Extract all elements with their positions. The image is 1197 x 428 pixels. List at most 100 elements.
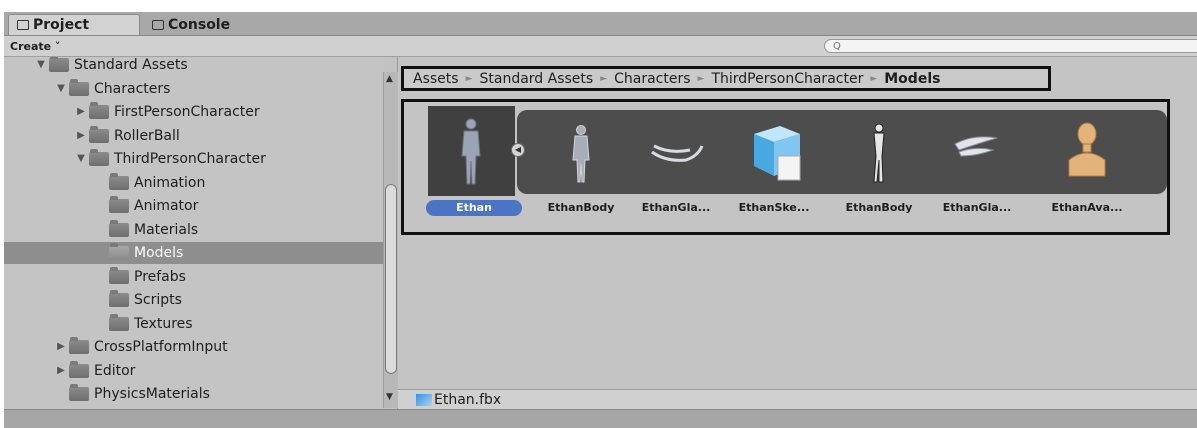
- prefab-cube-icon[interactable]: [744, 116, 804, 190]
- avatar-bust-icon[interactable]: [1057, 116, 1117, 190]
- tree-item-animation[interactable]: Animation: [4, 172, 384, 194]
- folder-icon: [109, 172, 129, 190]
- folder-tree: ▼ Standard Assets ▼ Characters ▶ FirstPersonC…: [4, 57, 384, 409]
- tree-scrollbar[interactable]: ▲ ▼: [383, 72, 398, 408]
- selected-file-name: Ethan.fbx: [434, 392, 502, 408]
- folder-icon: [89, 125, 109, 143]
- tree-item-label: RollerBall: [114, 127, 180, 144]
- bottom-bar: [4, 409, 1197, 428]
- folder-icon: [109, 243, 129, 260]
- tree-item-label: Scripts: [134, 292, 182, 308]
- tab-project-label: Project: [33, 17, 90, 33]
- tree-item-firstpersoncharacter[interactable]: ▶ FirstPersonCharacter: [4, 101, 384, 123]
- tree-item-label: Prefabs: [134, 268, 186, 285]
- search-input[interactable]: Q: [824, 39, 1197, 53]
- folder-icon: [49, 57, 69, 72]
- breadcrumb-separator-icon: ►: [465, 73, 473, 84]
- breadcrumb-item[interactable]: Standard Assets: [479, 71, 593, 87]
- tree-item-scripts[interactable]: Scripts: [4, 289, 384, 311]
- tree-item-models[interactable]: Models: [4, 242, 384, 264]
- breadcrumb-item[interactable]: ThirdPersonCharacter: [711, 71, 863, 87]
- breadcrumb-separator-icon: ►: [600, 73, 608, 84]
- tree-item-label: Models: [134, 245, 184, 261]
- tree-item-physicsmaterials[interactable]: PhysicsMaterials: [4, 383, 384, 405]
- scroll-up-arrow-icon[interactable]: ▲: [386, 74, 393, 84]
- glasses-mesh-icon[interactable]: [646, 116, 706, 190]
- tree-item-label: FirstPersonCharacter: [114, 104, 260, 120]
- tree-item-rollerball[interactable]: ▶ RollerBall: [4, 125, 384, 147]
- tree-item-label: PhysicsMaterials: [94, 386, 210, 402]
- breadcrumb-item[interactable]: Assets: [413, 71, 459, 87]
- tab-console-label: Console: [168, 16, 231, 33]
- expand-arrow-icon[interactable]: ▼: [36, 60, 46, 70]
- tree-item-label: ThirdPersonCharacter: [114, 151, 266, 167]
- tree-item-standard-assets[interactable]: ▼ Standard Assets: [4, 57, 384, 76]
- tree-item-label: Materials: [134, 221, 199, 238]
- folder-icon: [69, 360, 89, 378]
- expand-arrow-icon[interactable]: ▼: [76, 154, 86, 164]
- tree-item-label: Textures: [134, 315, 193, 332]
- folder-icon: [109, 266, 129, 284]
- folder-icon: [89, 102, 109, 119]
- tab-project[interactable]: Project: [8, 14, 140, 35]
- model-file-icon: [416, 394, 432, 406]
- asset-label[interactable]: EthanSke...: [729, 200, 819, 216]
- tree-item-crossplatforminput[interactable]: ▶ CrossPlatformInput: [4, 336, 384, 358]
- tree-item-thirdpersoncharacter[interactable]: ▼ ThirdPersonCharacter: [4, 148, 384, 170]
- create-button[interactable]: Create ˅: [10, 39, 78, 54]
- asset-label[interactable]: EthanBody: [834, 200, 924, 216]
- tab-console[interactable]: Console: [144, 14, 264, 35]
- tree-item-editor[interactable]: ▶ Editor: [4, 360, 384, 382]
- status-bar: Ethan.fbx: [398, 389, 1197, 410]
- folder-icon: [109, 290, 129, 307]
- expand-arrow-icon[interactable]: ▼: [56, 83, 66, 94]
- collapse-arrow-icon[interactable]: ◀: [511, 143, 525, 157]
- search-icon: Q: [833, 41, 841, 52]
- humanoid-model-icon: [461, 118, 481, 185]
- breadcrumb-separator-icon: ►: [870, 73, 878, 84]
- breadcrumb: Assets ► Standard Assets ► Characters ► ThirdP…: [401, 66, 1051, 91]
- tree-item-label: Animation: [134, 174, 206, 191]
- collapse-arrow-icon[interactable]: ▶: [56, 342, 66, 352]
- asset-grid: ◀ Ethan EthanBody EthanGla... EthanSke... Et…: [401, 99, 1170, 235]
- breadcrumb-item[interactable]: Models: [884, 71, 940, 87]
- collapse-arrow-icon[interactable]: ▶: [76, 107, 86, 117]
- collapse-arrow-icon[interactable]: ▶: [76, 130, 86, 141]
- project-window: Project Console Create ˅ Q ▼ Standard Ass…: [4, 12, 1197, 428]
- asset-label[interactable]: Ethan: [426, 200, 522, 216]
- tree-item-label: Animator: [134, 198, 199, 214]
- body-texture-icon[interactable]: [849, 116, 909, 190]
- folder-icon: [69, 337, 89, 354]
- folder-icon: [109, 313, 129, 331]
- tree-item-textures[interactable]: Textures: [4, 313, 384, 335]
- asset-label[interactable]: EthanGla...: [932, 200, 1022, 216]
- scroll-thumb[interactable]: [385, 184, 397, 374]
- tab-bar: Project Console: [4, 12, 1197, 36]
- glasses-texture-icon[interactable]: [947, 116, 1007, 190]
- collapse-arrow-icon[interactable]: ▶: [56, 365, 66, 376]
- tree-item-label: Editor: [94, 362, 136, 379]
- breadcrumb-separator-icon: ►: [697, 73, 705, 84]
- scroll-down-arrow-icon[interactable]: ▼: [386, 392, 393, 402]
- tree-item-materials[interactable]: Materials: [4, 219, 384, 241]
- selected-asset-thumbnail[interactable]: [428, 106, 515, 196]
- console-icon: [152, 19, 164, 30]
- humanoid-mesh-icon[interactable]: [551, 116, 611, 190]
- folder-icon: [89, 149, 109, 166]
- tree-item-label: Standard Assets: [74, 57, 188, 73]
- tree-item-prefabs[interactable]: Prefabs: [4, 266, 384, 288]
- asset-label[interactable]: EthanGla...: [631, 200, 721, 216]
- tree-item-label: CrossPlatformInput: [94, 339, 228, 355]
- folder-icon: [69, 384, 89, 401]
- asset-label[interactable]: EthanBody: [536, 200, 626, 216]
- tree-item-animator[interactable]: Animator: [4, 195, 384, 217]
- asset-label[interactable]: EthanAva...: [1042, 200, 1132, 216]
- breadcrumb-item[interactable]: Characters: [614, 71, 690, 87]
- tree-item-characters[interactable]: ▼ Characters: [4, 78, 384, 100]
